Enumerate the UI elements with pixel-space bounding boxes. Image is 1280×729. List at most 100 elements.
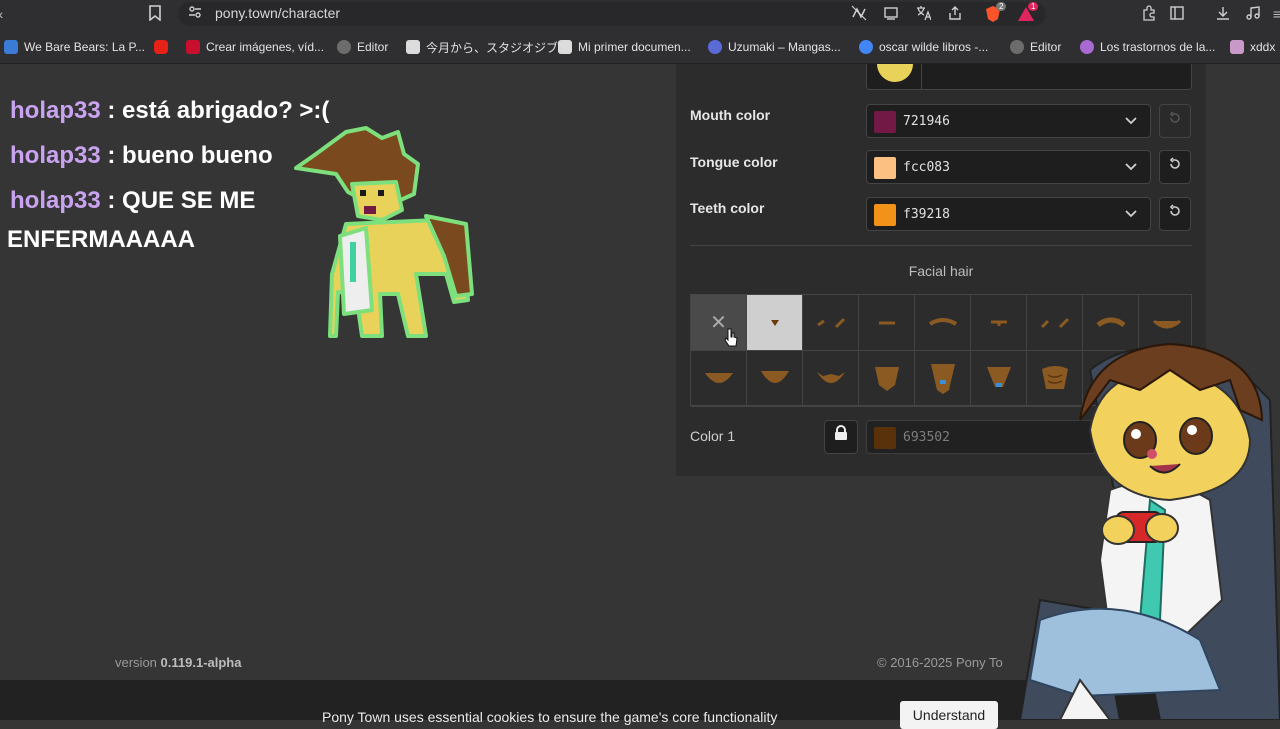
bookmark-favicon	[708, 40, 722, 54]
cast-icon[interactable]	[882, 5, 900, 23]
back-icon[interactable]: ‹	[0, 5, 10, 23]
teeth-color-select[interactable]: f39218	[866, 197, 1151, 231]
facial-hair-option[interactable]	[747, 351, 803, 407]
cookie-text: Pony Town uses essential cookies to ensu…	[322, 709, 778, 725]
bookmark-item[interactable]: Los trastornos de la...	[1080, 39, 1215, 55]
chat-nick[interactable]: holap33	[10, 142, 101, 169]
facial-hair-option[interactable]	[803, 351, 859, 407]
chat-message: holap33 : QUE SE ME	[10, 187, 255, 215]
bookmark-favicon	[186, 40, 200, 54]
pony-eye	[360, 190, 366, 196]
color-hex: 721946	[903, 114, 950, 129]
bookmark-item[interactable]: Mi primer documen...	[558, 39, 691, 55]
pony-character-preview	[294, 126, 474, 338]
chevron-down-icon	[1124, 159, 1138, 173]
bookmark-favicon	[1230, 40, 1244, 54]
facial-hair-option[interactable]	[915, 295, 971, 351]
music-icon[interactable]	[1244, 5, 1262, 23]
lock-button[interactable]	[824, 420, 858, 454]
select-divider	[921, 64, 922, 90]
bookmark-favicon	[337, 40, 351, 54]
tracking-icon[interactable]	[850, 5, 868, 23]
youtube-icon	[154, 40, 168, 54]
reset-icon	[1169, 204, 1180, 216]
section-divider	[690, 245, 1192, 246]
mouth-color-select[interactable]: 721946	[866, 104, 1151, 138]
bookmark-item[interactable]: Editor	[1010, 39, 1061, 55]
copyright: © 2016-2025 Pony To	[877, 655, 1003, 670]
menu-icon[interactable]: ≡	[1268, 5, 1280, 23]
facial-hair-option[interactable]	[859, 295, 915, 351]
bookmark-item[interactable]	[154, 39, 168, 55]
chat-message: holap33 : bueno bueno	[10, 142, 273, 170]
facial-hair-option[interactable]	[803, 295, 859, 351]
chat-text: : está abrigado? >:(	[100, 97, 330, 124]
bookmark-favicon	[859, 40, 873, 54]
facial-hair-option-none[interactable]: ✕	[691, 295, 747, 351]
browser-toolbar: ‹ pony.town/character 2 1 ≡	[0, 0, 1280, 30]
pony-tie	[350, 242, 356, 282]
share-icon[interactable]	[946, 5, 964, 23]
teeth-color-label: Teeth color	[690, 200, 765, 216]
chevron-down-icon	[1124, 206, 1138, 220]
version-label: version 0.119.1-alpha	[115, 655, 242, 670]
url-text[interactable]: pony.town/character	[215, 5, 340, 21]
facial-hair-option[interactable]	[859, 351, 915, 407]
pony-mouth	[364, 206, 376, 214]
bookmark-favicon	[1010, 40, 1024, 54]
chat-message-continued: ENFERMAAAAA	[7, 226, 195, 254]
color-swatch	[874, 111, 896, 133]
version-number: 0.119.1-alpha	[160, 655, 242, 670]
chat-message: holap33 : está abrigado? >:(	[10, 97, 329, 125]
color1-label: Color 1	[690, 428, 736, 444]
sidebar-icon[interactable]	[1168, 5, 1186, 23]
bookmark-favicon	[4, 40, 18, 54]
bookmark-favicon	[1080, 40, 1094, 54]
chevron-down-icon	[1124, 113, 1138, 127]
translate-icon[interactable]	[914, 5, 932, 23]
partial-swatch	[877, 64, 913, 82]
chat-text: : bueno bueno	[100, 142, 273, 169]
download-icon[interactable]	[1214, 5, 1232, 23]
mouth-color-reset-button[interactable]	[1159, 104, 1191, 138]
understand-button[interactable]: Understand	[900, 701, 998, 729]
bookmark-item[interactable]: Uzumaki – Mangas...	[708, 39, 841, 55]
color-hex: 693502	[903, 430, 950, 445]
pony-eye	[378, 190, 384, 196]
color-swatch	[874, 204, 896, 226]
bookmark-item[interactable]: We Bare Bears: La P...	[4, 39, 145, 55]
chat-nick[interactable]: holap33	[10, 97, 101, 124]
bookmark-item[interactable]: Editor	[337, 39, 388, 55]
facial-hair-option[interactable]	[747, 295, 803, 351]
facial-hair-option[interactable]	[691, 351, 747, 407]
mouth-color-label: Mouth color	[690, 107, 771, 123]
chat-text: : QUE SE ME	[100, 187, 256, 214]
facial-hair-title: Facial hair	[908, 263, 974, 279]
bookmark-favicon	[406, 40, 420, 54]
bookmark-item[interactable]: oscar wilde libros -...	[859, 39, 988, 55]
reset-icon	[1169, 111, 1180, 123]
bookmarks-bar: We Bare Bears: La P... Crear imágenes, v…	[0, 30, 1280, 64]
teeth-color-reset-button[interactable]	[1159, 197, 1191, 231]
color-swatch	[874, 157, 896, 179]
color-hex: f39218	[903, 207, 950, 222]
mouse-cursor-icon	[724, 328, 738, 347]
bookmark-icon[interactable]	[146, 5, 164, 23]
tongue-color-label: Tongue color	[690, 154, 778, 170]
color-hex: fcc083	[903, 160, 950, 175]
tongue-color-select[interactable]: fcc083	[866, 150, 1151, 184]
streamer-avatar	[1018, 342, 1280, 720]
color-swatch	[874, 427, 896, 449]
tongue-color-reset-button[interactable]	[1159, 150, 1191, 184]
partial-color-select[interactable]	[866, 64, 1192, 90]
facial-hair-option[interactable]	[915, 351, 971, 407]
site-settings-icon[interactable]	[186, 5, 204, 23]
bookmark-item[interactable]: 今月から、スタジオジブ...	[406, 39, 568, 55]
chat-nick[interactable]: holap33	[10, 187, 101, 214]
lock-icon	[835, 425, 847, 440]
extensions-icon[interactable]	[1140, 5, 1158, 23]
bookmark-item[interactable]: Crear imágenes, víd...	[186, 39, 324, 55]
bookmark-item[interactable]: xddx	[1230, 39, 1275, 55]
reset-icon	[1169, 157, 1180, 169]
bookmark-favicon	[558, 40, 572, 54]
